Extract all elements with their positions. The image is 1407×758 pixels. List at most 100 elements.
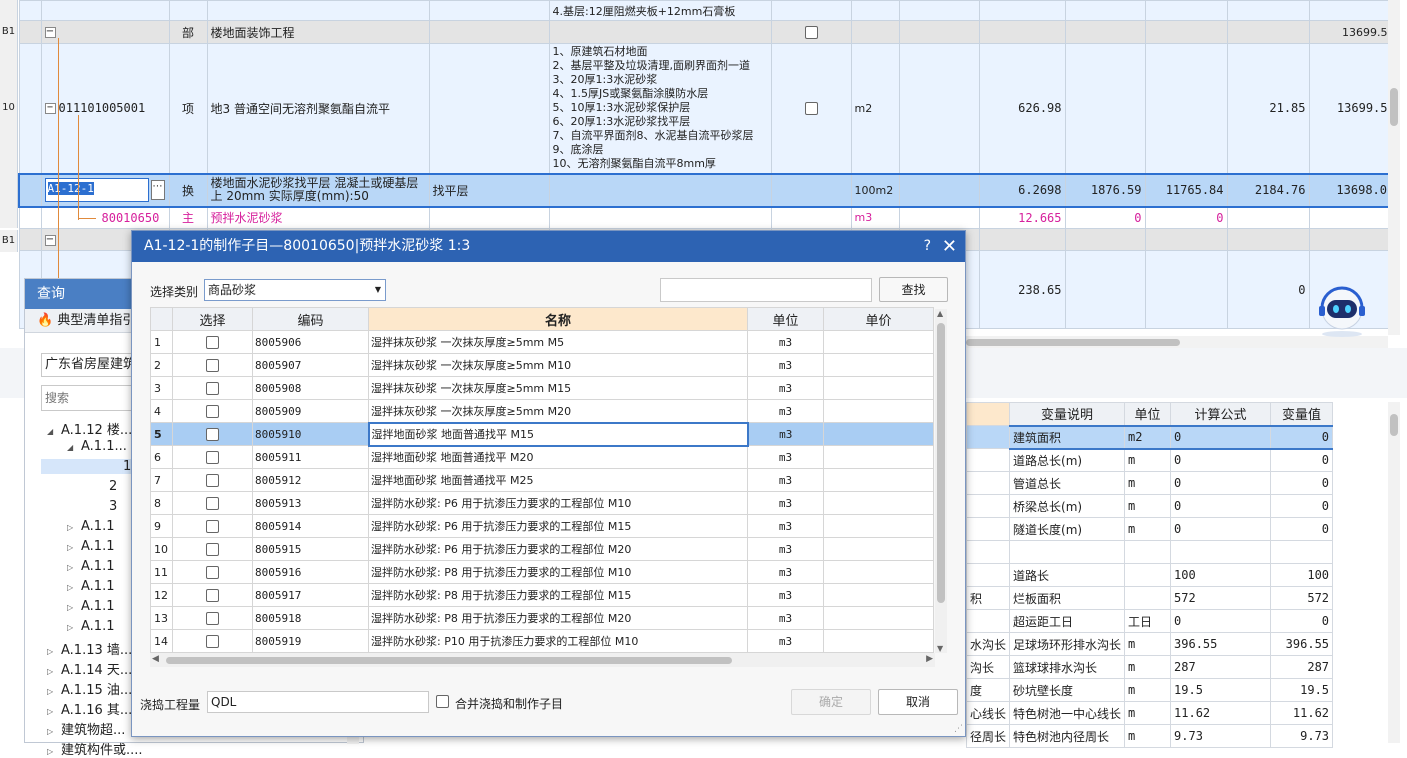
row-checkbox[interactable] [206, 473, 219, 487]
row-checkbox[interactable] [206, 450, 219, 464]
cancel-button[interactable]: 取消 [878, 689, 958, 715]
variable-row[interactable]: 水沟长 足球场环形排水沟长 m 396.55 396.55 [965, 632, 1334, 656]
item-row[interactable]: −011101005001 项 地3 普通空间无溶剂聚氨酯自流平 1、原建筑石材… [18, 43, 1392, 174]
tree-node[interactable]: ▷ A.1.13 墙... [47, 639, 132, 658]
expand-arrow-icon[interactable]: ▷ [47, 707, 61, 716]
top-scrollbar[interactable] [1388, 0, 1400, 335]
tree-node[interactable]: ▷ A.1.1 [67, 559, 114, 574]
tree-node[interactable]: ▷ A.1.1 [67, 539, 114, 554]
collapse-icon[interactable]: − [44, 103, 56, 115]
tree-node[interactable]: 2 [95, 479, 117, 494]
variable-row[interactable] [965, 540, 1334, 564]
material-price[interactable] [823, 514, 934, 538]
row-checkbox[interactable] [206, 404, 219, 418]
material-price[interactable] [823, 353, 934, 377]
material-price[interactable] [823, 537, 934, 561]
grid-vscrollbar[interactable]: ▲ ▼ [935, 309, 947, 653]
find-button[interactable]: 查找 [879, 277, 948, 302]
material-row[interactable]: 80010650 主 预拌水泥砂浆 m3 12.665 0 0 [18, 206, 1392, 229]
material-row[interactable]: 14 8005919 湿拌防水砂浆: P10 用于抗渗压力要求的工程部位 M10 m3 [150, 629, 934, 653]
variable-row[interactable]: 积烂板面积 572 572 [965, 586, 1334, 610]
close-icon[interactable]: ✕ [942, 231, 957, 262]
tree-node[interactable]: ▷ A.1.1 [67, 599, 114, 614]
variable-row[interactable]: 超运距工日 工日 0 0 [965, 609, 1334, 633]
help-icon[interactable]: ? [924, 231, 931, 262]
material-price[interactable] [823, 376, 934, 400]
more-button[interactable]: ⋯ [150, 180, 165, 200]
resize-grip-icon[interactable]: ⋰ [954, 724, 963, 734]
material-row[interactable]: 13 8005918 湿拌防水砂浆: P8 用于抗渗压力要求的工程部位 M20 m3 [150, 606, 934, 630]
sub-item-row[interactable]: A1-12-1 ⋯ 换 楼地面水泥砂浆找平层 混凝土或硬基层上 20mm 实际厚度… [18, 172, 1392, 208]
variable-row[interactable]: 心线长 特色树池一中心线长 m 11.62 11.62 [965, 701, 1334, 725]
row-checkbox[interactable] [206, 496, 219, 510]
variable-row[interactable]: 度砂坑壁长度 m 19.5 19.5 [965, 678, 1334, 702]
tree-node[interactable]: ▷ A.1.15 油... [47, 679, 132, 698]
item-checkbox[interactable] [804, 102, 818, 116]
material-price[interactable] [823, 330, 934, 354]
row-checkbox[interactable] [206, 588, 219, 602]
row-checkbox[interactable] [206, 358, 219, 372]
material-row[interactable]: 5 8005910 湿拌地面砂浆 地面普通找平 M15 m3 [150, 421, 934, 447]
material-row[interactable]: 10 8005915 湿拌防水砂浆: P6 用于抗渗压力要求的工程部位 M20 m3 [150, 537, 934, 561]
material-price[interactable] [823, 468, 934, 492]
row-checkbox[interactable] [206, 611, 219, 625]
expand-arrow-icon[interactable]: ▷ [47, 647, 61, 656]
material-price[interactable] [823, 445, 934, 469]
tree-node[interactable]: ▷ 建筑构件或.... [47, 739, 143, 758]
expand-arrow-icon[interactable]: ▷ [47, 747, 61, 756]
expand-arrow-icon[interactable]: ▷ [67, 543, 81, 552]
expand-arrow-icon[interactable]: ▷ [47, 727, 61, 736]
collapse-icon[interactable]: − [44, 234, 56, 246]
category-select[interactable]: 商品砂浆 ▼ [204, 279, 386, 301]
expand-arrow-icon[interactable]: ▷ [67, 563, 81, 572]
material-price[interactable] [823, 629, 934, 653]
material-row[interactable]: 11 8005916 湿拌防水砂浆: P8 用于抗渗压力要求的工程部位 M10 m3 [150, 560, 934, 584]
section-row[interactable]: − 部 楼地面装饰工程 13699.5 [18, 20, 1392, 44]
tree-node[interactable]: ▷ A.1.1 [67, 579, 114, 594]
tree-node[interactable]: ◢ A.1.1... [67, 439, 127, 454]
collapse-icon[interactable]: − [44, 27, 56, 38]
material-row[interactable]: 1 8005906 湿拌抹灰砂浆 一次抹灰厚度≥5mm M5 m3 [150, 330, 934, 354]
material-price[interactable] [823, 399, 934, 423]
variable-row[interactable]: 建筑面积 m2 0 0 [965, 424, 1334, 450]
expand-arrow-icon[interactable]: ▷ [67, 603, 81, 612]
material-row[interactable]: 7 8005912 湿拌地面砂浆 地面普通找平 M25 m3 [150, 468, 934, 492]
row-checkbox[interactable] [206, 381, 219, 395]
grid-hscrollbar[interactable]: ◀ ▶ [150, 653, 935, 667]
assistant-robot-icon[interactable] [1315, 284, 1369, 338]
expand-arrow-icon[interactable]: ▷ [67, 623, 81, 632]
material-row[interactable]: 3 8005908 湿拌抹灰砂浆 一次抹灰厚度≥5mm M15 m3 [150, 376, 934, 400]
material-price[interactable] [823, 422, 934, 446]
material-row[interactable]: 9 8005914 湿拌防水砂浆: P6 用于抗渗压力要求的工程部位 M15 m3 [150, 514, 934, 538]
material-row[interactable]: 8 8005913 湿拌防水砂浆: P6 用于抗渗压力要求的工程部位 M10 m3 [150, 491, 934, 515]
variable-row[interactable]: 径周长 特色树池内径周长 m 9.73 9.73 [965, 724, 1334, 748]
material-row[interactable]: 12 8005917 湿拌防水砂浆: P8 用于抗渗压力要求的工程部位 M15 m3 [150, 583, 934, 607]
tree-node[interactable]: ▷ A.1.14 天... [47, 659, 132, 678]
variable-row[interactable]: 隧道长度(m) m 0 0 [965, 517, 1334, 541]
tree-node[interactable]: ▷ 建筑物超... [47, 719, 125, 738]
qty-input[interactable]: QDL [207, 691, 429, 713]
section-checkbox[interactable] [804, 26, 818, 39]
variable-row[interactable]: 沟长 篮球球排水沟长 m 287 287 [965, 655, 1334, 679]
tree-node[interactable]: ▷ A.1.16 其... [47, 699, 132, 718]
tree-node[interactable]: ◢ A.1.12 楼... [47, 419, 132, 438]
var-scrollbar[interactable] [1388, 402, 1400, 743]
material-row[interactable]: 2 8005907 湿拌抹灰砂浆 一次抹灰厚度≥5mm M10 m3 [150, 353, 934, 377]
variable-row[interactable]: 道路总长(m) m 0 0 [965, 448, 1334, 472]
expand-arrow-icon[interactable]: ▷ [47, 667, 61, 676]
row-checkbox[interactable] [206, 542, 219, 556]
variable-row[interactable]: 管道总长 m 0 0 [965, 471, 1334, 495]
row-checkbox[interactable] [206, 634, 219, 648]
tree-node[interactable]: ▷ A.1.1 [67, 519, 114, 534]
material-price[interactable] [823, 606, 934, 630]
material-row[interactable]: 4 8005909 湿拌抹灰砂浆 一次抹灰厚度≥5mm M20 m3 [150, 399, 934, 423]
variable-row[interactable]: 桥梁总长(m) m 0 0 [965, 494, 1334, 518]
merge-checkbox[interactable] [436, 695, 449, 708]
tree-node[interactable]: 3 [95, 499, 117, 514]
expand-arrow-icon[interactable]: ▷ [67, 523, 81, 532]
row-checkbox[interactable] [206, 519, 219, 533]
row-checkbox[interactable] [206, 565, 219, 579]
tree-node[interactable]: ▷ A.1.1 [67, 619, 114, 634]
expand-arrow-icon[interactable]: ◢ [47, 427, 61, 436]
row-checkbox[interactable] [206, 427, 219, 441]
